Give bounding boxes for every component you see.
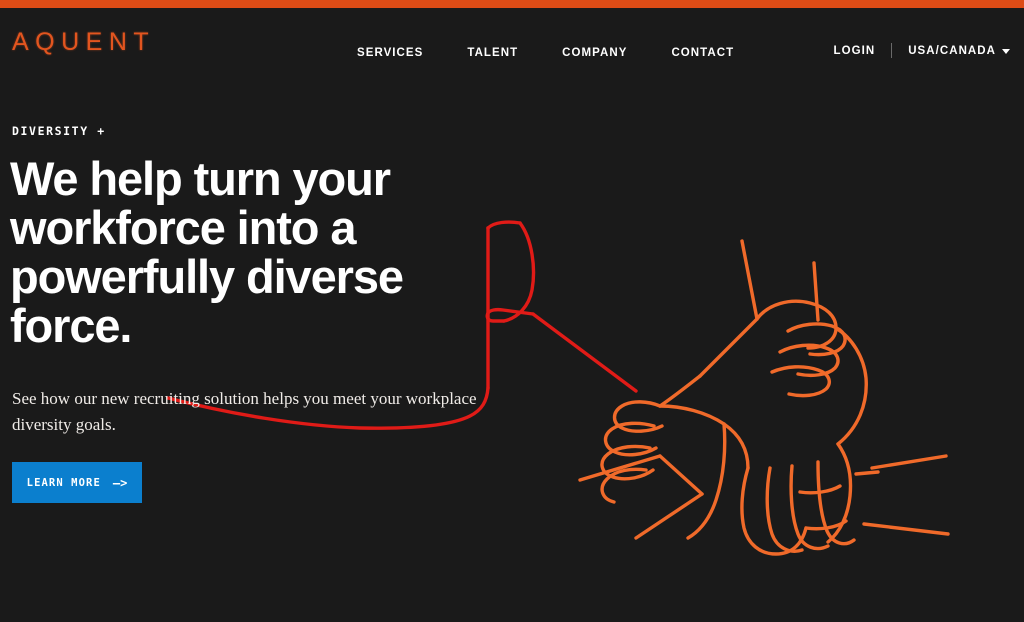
nav-link-talent[interactable]: TALENT bbox=[467, 43, 518, 63]
hero-subtitle: See how our new recruiting solution help… bbox=[12, 389, 477, 434]
top-accent-bar bbox=[0, 0, 1024, 8]
hero-section: DIVERSITY + We help turn your workforce … bbox=[0, 76, 1024, 622]
locale-label: USA/CANADA bbox=[908, 44, 996, 57]
site-header: AQUENT SERVICES TALENT COMPANY CONTACT L… bbox=[0, 8, 1024, 76]
nav-link-services[interactable]: SERVICES bbox=[357, 43, 423, 63]
learn-more-label: LEARN MORE bbox=[26, 476, 101, 489]
arrow-right-icon: –> bbox=[112, 475, 128, 490]
page-title: We help turn your workforce into a power… bbox=[10, 152, 404, 352]
orange-hands bbox=[578, 239, 950, 556]
locale-selector[interactable]: USA/CANADA bbox=[908, 45, 1010, 57]
nav-link-company[interactable]: COMPANY bbox=[562, 43, 627, 63]
eyebrow-label: DIVERSITY + bbox=[12, 124, 106, 138]
aquent-logo[interactable]: AQUENT bbox=[12, 30, 155, 55]
main-navigation: SERVICES TALENT COMPANY CONTACT bbox=[357, 43, 734, 63]
header-utility-area: LOGIN USA/CANADA bbox=[834, 43, 1010, 58]
login-link[interactable]: LOGIN bbox=[834, 45, 876, 57]
utility-divider bbox=[891, 43, 893, 58]
nav-link-contact[interactable]: CONTACT bbox=[671, 43, 734, 63]
chevron-down-icon bbox=[1002, 49, 1010, 54]
learn-more-button[interactable]: LEARN MORE –> bbox=[12, 462, 142, 503]
